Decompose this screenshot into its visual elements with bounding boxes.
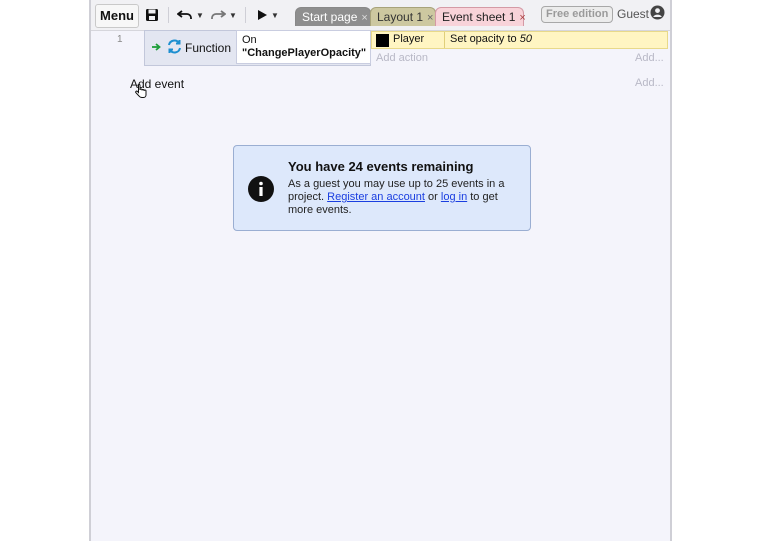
function-refresh-icon [167,39,182,57]
close-icon[interactable]: × [519,12,525,24]
notice-text: or [428,191,438,203]
register-account-link[interactable]: Register an account [327,191,425,203]
close-icon[interactable]: × [361,12,367,24]
condition-function-name: "ChangePlayerOpacity" [242,47,367,59]
menu-button[interactable]: Menu [95,4,139,28]
tab-event-sheet-1[interactable]: Event sheet 1 × [435,7,526,26]
undo-dropdown-icon[interactable]: ▼ [196,11,204,20]
undo-icon[interactable]: ▼ [177,6,204,24]
tab-layout-1[interactable]: Layout 1 × [370,7,436,26]
user-account-icon[interactable] [650,5,665,23]
condition-cell[interactable]: On "ChangePlayerOpacity" [236,30,371,64]
info-icon [248,176,274,205]
play-dropdown-icon[interactable]: ▼ [271,11,279,20]
tab-label: Start page [302,10,358,24]
add-subevent-link[interactable]: Add... [635,52,664,64]
event-line-number: 1 [117,34,123,45]
play-icon[interactable]: ▼ [257,6,279,24]
toolbar: Menu ▼ ▼ ▼ Start page × Layout 1 × Event… [91,0,670,31]
hand-cursor-icon [135,84,147,102]
close-icon[interactable]: × [427,12,433,24]
arrow-right-icon [151,41,161,55]
free-edition-badge[interactable]: Free edition [541,6,614,23]
action-row[interactable]: Player Set opacity to 50 [371,31,668,49]
action-object-label: Player [393,33,425,45]
tab-label: Layout 1 [377,10,424,24]
editor-window: Menu ▼ ▼ ▼ Start page × Layout 1 × Event… [89,0,672,541]
action-description: Set opacity to [450,33,517,45]
tab-start-page[interactable]: Start page × [295,7,371,26]
function-trigger-label: Function [185,41,232,55]
tab-label: Event sheet 1 [442,10,516,24]
redo-dropdown-icon[interactable]: ▼ [229,11,237,20]
redo-icon[interactable]: ▼ [210,6,237,24]
toolbar-divider [168,7,169,23]
action-divider [444,32,445,48]
events-remaining-notice: You have 24 events remaining As a guest … [233,145,531,231]
add-action-link[interactable]: Add action [376,52,428,64]
action-value: 50 [519,33,532,45]
log-in-link[interactable]: log in [441,191,467,203]
guest-label[interactable]: Guest [617,7,649,21]
notice-title: You have 24 events remaining [288,159,474,174]
action-text: Set opacity to 50 [450,33,532,45]
save-icon[interactable] [145,6,159,24]
condition-prefix: On [242,34,257,46]
toolbar-divider [245,7,246,23]
add-more-link[interactable]: Add... [635,77,664,89]
notice-body: As a guest you may use up to 25 events i… [288,178,520,217]
player-object-icon [376,34,389,47]
